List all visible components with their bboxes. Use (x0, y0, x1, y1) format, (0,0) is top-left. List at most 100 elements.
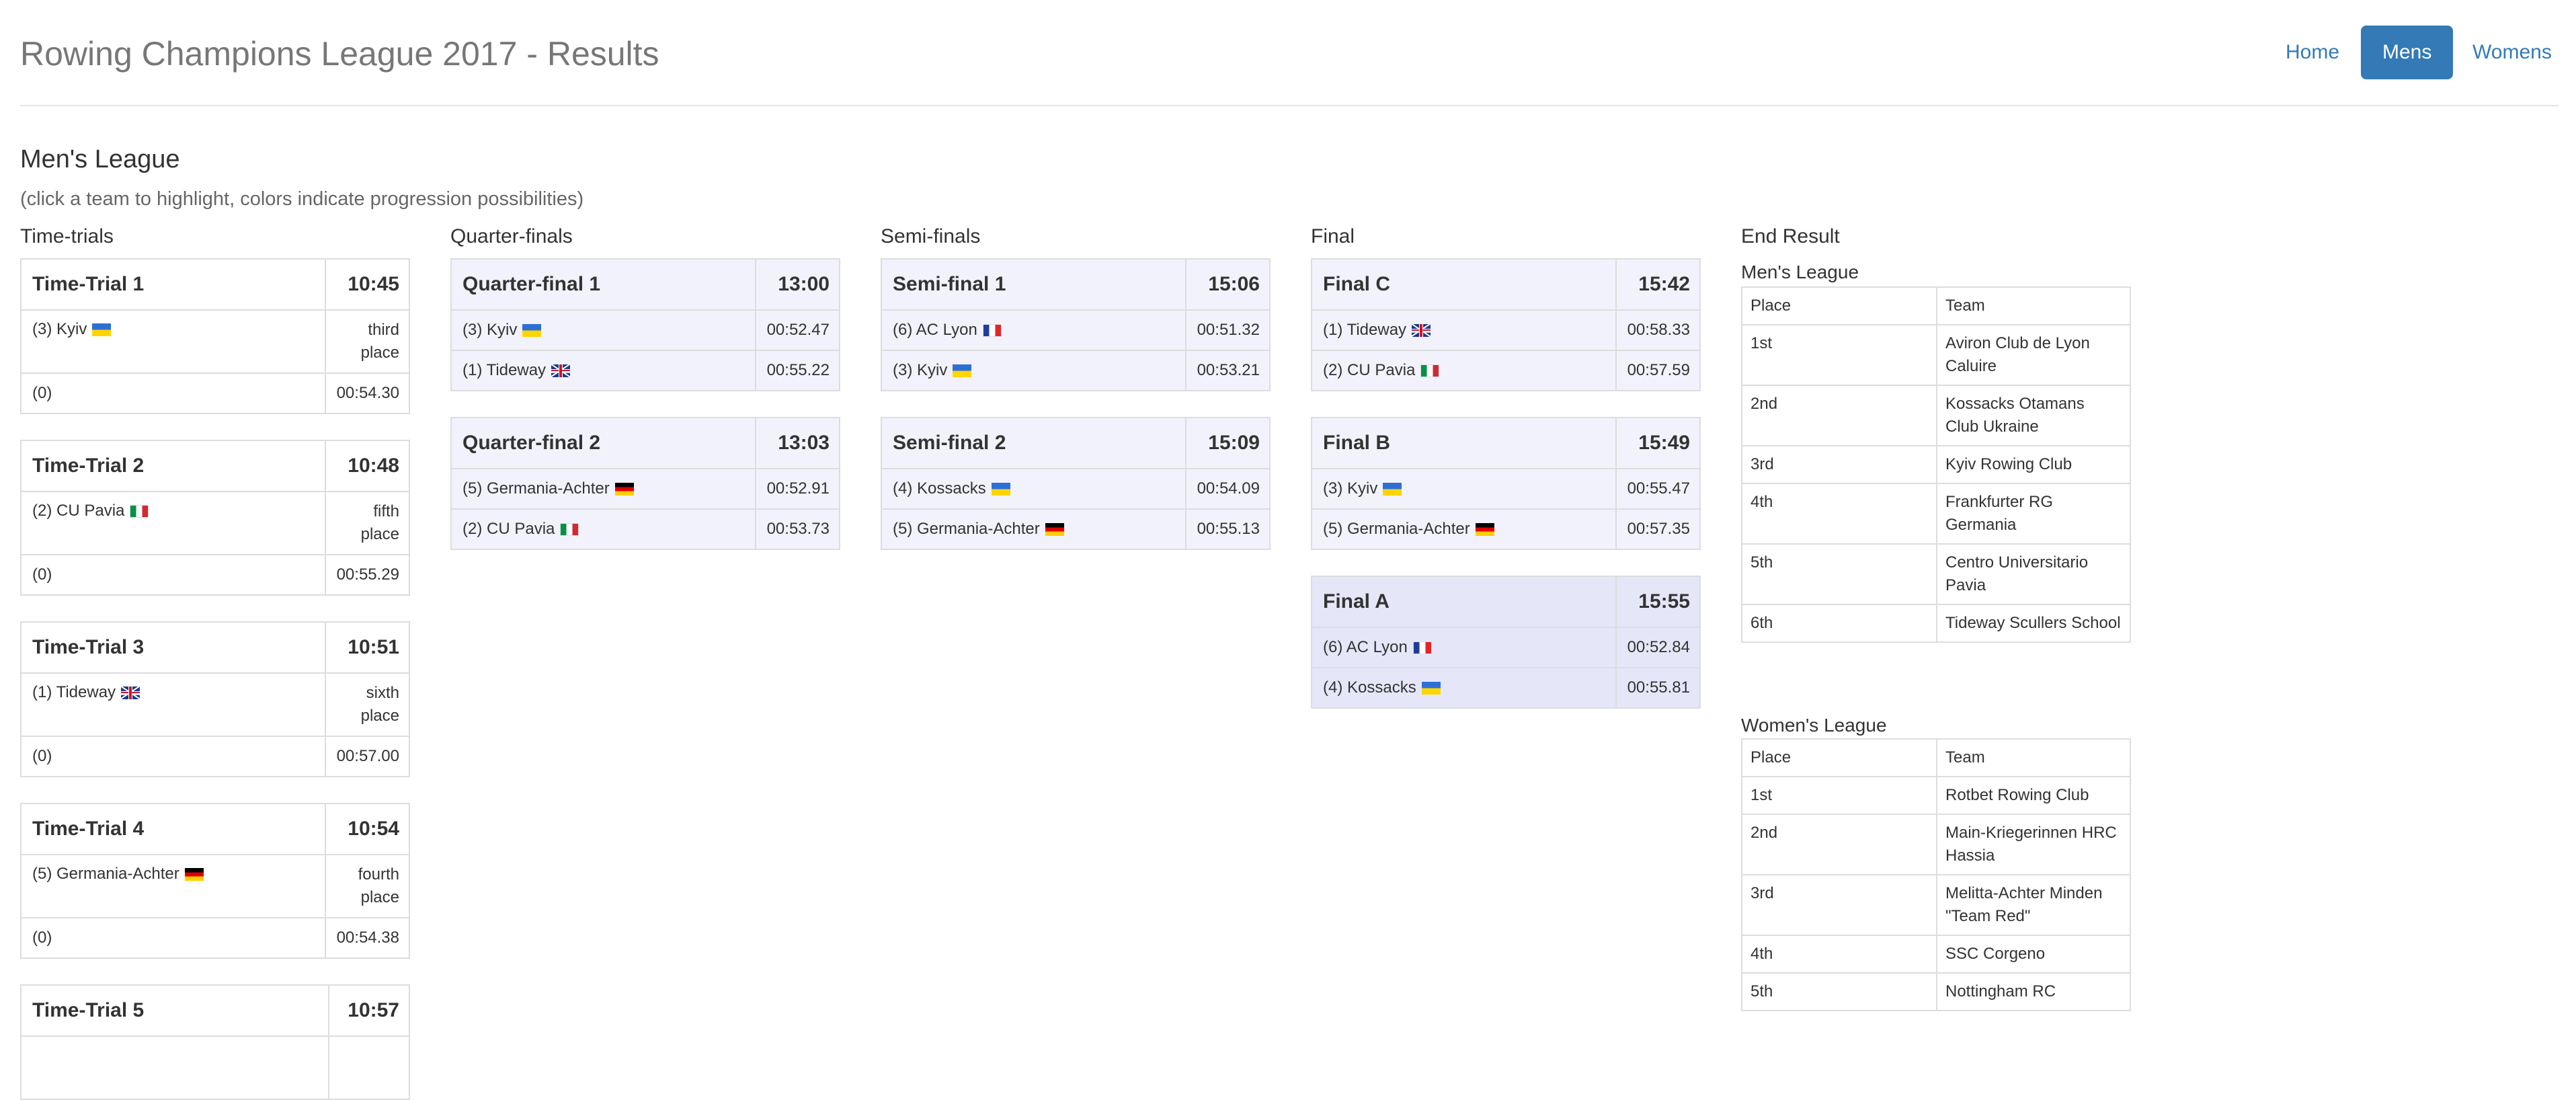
race-time: 00:51.32 (1184, 309, 1271, 351)
team-entry[interactable]: (6) AC Lyon (1311, 627, 1617, 668)
nav-mens-link[interactable]: Mens (2361, 26, 2454, 79)
race-time: 00:57.59 (1615, 350, 1701, 391)
match-time: 10:57 (328, 984, 410, 1037)
time-trial-5-table: Time-Trial 5 10:57 (20, 984, 410, 1100)
page-title: Rowing Champions League 2017 - Results (20, 35, 659, 73)
place-cell: 3rd (1741, 445, 1937, 484)
column-header-team: Team (1936, 286, 2131, 325)
column-heading-quarter-finals: Quarter-finals (450, 225, 573, 247)
team-entry[interactable]: (5) Germania-Achter (20, 854, 326, 918)
team-entry[interactable]: (2) CU Pavia (450, 508, 756, 550)
italy-flag-icon (560, 523, 579, 536)
ukraine-flag-icon (522, 324, 542, 337)
womens-result-heading: Women's League (1741, 715, 1887, 736)
team-entry[interactable]: (2) CU Pavia (20, 491, 326, 555)
place-cell: 4th (1741, 935, 1937, 974)
time-trial-3-table: Time-Trial 3 10:51 (1) Tideway sixth place… (20, 621, 411, 777)
team-entry[interactable]: (6) AC Lyon (881, 309, 1186, 351)
team-name: (3) Kyiv (893, 361, 948, 379)
table-row: 3rd Kyiv Rowing Club (1741, 445, 2131, 484)
uk-flag-icon (551, 364, 571, 377)
nav-womens-link[interactable]: Womens (2451, 26, 2573, 79)
place-cell: 5th (1741, 543, 1937, 605)
match-time: 13:00 (754, 258, 841, 311)
team-entry[interactable]: (2) CU Pavia (1311, 350, 1617, 391)
table-header-row: Place Team (1741, 286, 2131, 325)
match-time: 15:55 (1615, 576, 1701, 628)
team-entry[interactable]: (1) Tideway (450, 350, 756, 391)
ukraine-flag-icon (953, 364, 972, 377)
race-time: 00:52.84 (1615, 627, 1701, 668)
column-heading-final: Final (1311, 225, 1355, 247)
race-time: 00:57.00 (324, 736, 411, 777)
column-heading-time-trials: Time-trials (20, 225, 114, 247)
team-entry[interactable]: (1) Tideway (20, 672, 326, 737)
table-row: 3rd Melitta-Achter Minden "Team Red" (1741, 874, 2131, 936)
germany-flag-icon (1475, 523, 1494, 536)
germany-flag-icon (614, 483, 634, 496)
womens-result-table: Place Team 1st Rotbet Rowing Club 2nd Main-… (1741, 738, 2131, 1011)
match-name: Time-Trial 3 (20, 621, 326, 674)
time-trial-2-table: Time-Trial 2 10:48 (2) CU Pavia fifth plac… (20, 440, 411, 596)
team-entry[interactable]: (3) Kyiv (20, 309, 326, 374)
team-cell: Main-Kriegerinnen HRC Hassia (1936, 814, 2131, 875)
table-row: 5th Centro Universitario Pavia (1741, 543, 2131, 605)
team-name: (4) Kossacks (893, 479, 986, 498)
race-time: 00:58.33 (1615, 309, 1701, 351)
match-name: Time-Trial 2 (20, 440, 326, 492)
match-name: Semi-final 2 (881, 417, 1186, 469)
team-entry[interactable]: (3) Kyiv (881, 350, 1186, 391)
race-time: 00:57.35 (1615, 508, 1701, 550)
race-time: 00:54.09 (1184, 468, 1271, 510)
team-entry[interactable]: (5) Germania-Achter (1311, 508, 1617, 550)
team-cell: Aviron Club de Lyon Caluire (1936, 324, 2131, 386)
match-name: Time-Trial 5 (20, 984, 329, 1037)
ukraine-flag-icon (92, 323, 112, 336)
instructions-text: (click a team to highlight, colors indic… (20, 188, 584, 210)
race-time: 00:55.47 (1615, 468, 1701, 510)
team-entry[interactable]: (4) Kossacks (1311, 667, 1617, 709)
match-name: Time-Trial 1 (20, 258, 326, 311)
team-entry[interactable]: (5) Germania-Achter (881, 508, 1186, 550)
team-entry[interactable]: (3) Kyiv (450, 309, 756, 351)
italy-flag-icon (1420, 364, 1440, 377)
ukraine-flag-icon (991, 483, 1010, 496)
team-name: (3) Kyiv (1323, 479, 1378, 498)
place-cell: 3rd (1741, 874, 1937, 936)
team-entry[interactable]: (3) Kyiv (1311, 468, 1617, 510)
nav-home-link[interactable]: Home (2264, 26, 2361, 79)
column-header-place: Place (1741, 738, 1937, 777)
final-b-table: Final B 15:49 (3) Kyiv 00:55.47 (5) German… (1311, 417, 1701, 550)
table-row: 1st Aviron Club de Lyon Caluire (1741, 324, 2131, 386)
race-time: 00:55.29 (324, 554, 411, 596)
france-flag-icon (1412, 641, 1432, 654)
team-entry[interactable] (20, 1035, 329, 1100)
match-time: 15:06 (1184, 258, 1271, 311)
team-entry[interactable]: (0) (20, 372, 326, 414)
team-cell: Nottingham RC (1936, 972, 2131, 1011)
quarter-final-2-table: Quarter-final 2 13:03 (5) Germania-Achter… (450, 417, 841, 550)
team-name: (2) CU Pavia (1323, 361, 1416, 379)
table-row: 4th SSC Corgeno (1741, 935, 2131, 974)
team-entry[interactable]: (1) Tideway (1311, 309, 1617, 351)
ukraine-flag-icon (1383, 483, 1402, 496)
team-name: (2) CU Pavia (32, 502, 125, 520)
team-entry[interactable]: (5) Germania-Achter (450, 468, 756, 510)
match-time: 15:09 (1184, 417, 1271, 469)
table-row: 1st Rotbet Rowing Club (1741, 776, 2131, 815)
france-flag-icon (982, 324, 1002, 337)
semi-final-2-table: Semi-final 2 15:09 (4) Kossacks 00:54.09 (… (881, 417, 1271, 550)
match-name: Quarter-final 2 (450, 417, 756, 469)
match-time: 13:03 (754, 417, 841, 469)
table-row: 2nd Kossacks Otamans Club Ukraine (1741, 385, 2131, 446)
place-cell: 1st (1741, 324, 1937, 386)
team-entry[interactable]: (4) Kossacks (881, 468, 1186, 510)
place-cell: 2nd (1741, 814, 1937, 875)
team-entry[interactable]: (0) (20, 554, 326, 596)
column-heading-semi-finals: Semi-finals (881, 225, 981, 247)
place-cell: 4th (1741, 483, 1937, 545)
team-entry[interactable]: (0) (20, 736, 326, 777)
semi-final-1-table: Semi-final 1 15:06 (6) AC Lyon 00:51.32 (3… (881, 258, 1271, 391)
team-entry[interactable]: (0) (20, 917, 326, 959)
team-cell: Centro Universitario Pavia (1936, 543, 2131, 605)
